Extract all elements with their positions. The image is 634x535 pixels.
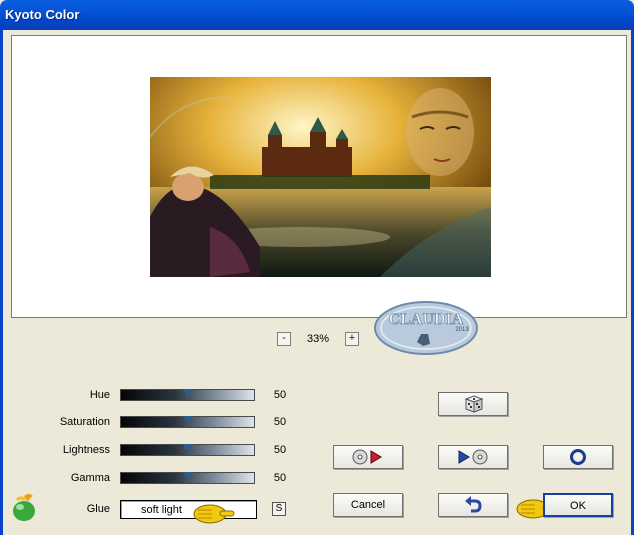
ok-button[interactable]: OK — [543, 493, 613, 517]
undo-arrow-icon — [465, 496, 482, 513]
disc-play-icon — [352, 449, 382, 465]
pointing-hand-icon — [190, 502, 236, 529]
lightness-value: 50 — [273, 444, 287, 456]
gamma-value: 50 — [273, 472, 287, 484]
title-bar[interactable]: Kyoto Color — [0, 0, 634, 30]
hue-slider-thumb[interactable] — [183, 389, 193, 397]
zoom-in-button[interactable]: + — [345, 332, 359, 346]
cancel-button[interactable]: Cancel — [333, 493, 403, 517]
cancel-label: Cancel — [350, 499, 386, 511]
lightness-slider[interactable] — [120, 444, 255, 456]
saturation-slider-thumb[interactable] — [183, 416, 193, 424]
hue-slider[interactable] — [120, 389, 255, 401]
apply-preset-left-button[interactable] — [333, 445, 403, 469]
ok-label: OK — [570, 500, 586, 512]
gamma-label: Gamma — [70, 472, 110, 484]
lightness-label: Lightness — [62, 444, 110, 456]
saturation-label: Saturation — [59, 416, 110, 428]
dice-icon — [464, 395, 484, 413]
zoom-out-button[interactable]: - — [277, 332, 291, 346]
watermark-text: CLAUDIA — [389, 311, 464, 328]
window-title: Kyoto Color — [5, 7, 80, 22]
undo-button[interactable] — [438, 493, 508, 517]
lightness-slider-thumb[interactable] — [183, 444, 193, 452]
gamma-slider[interactable] — [120, 472, 255, 484]
zoom-level: 33% — [306, 333, 330, 345]
hue-value: 50 — [273, 389, 287, 401]
watermark-year: 2013 — [455, 327, 469, 333]
preview-image — [150, 77, 491, 277]
gamma-slider-thumb[interactable] — [183, 472, 193, 480]
hue-label: Hue — [89, 389, 110, 401]
reset-circle-button[interactable] — [543, 445, 613, 469]
play-disc-icon — [458, 449, 488, 465]
saturation-value: 50 — [273, 416, 287, 428]
glue-value: soft light — [141, 504, 182, 516]
preview-frame — [11, 35, 627, 318]
ring-icon — [570, 449, 586, 465]
window-border-left — [0, 30, 3, 535]
watermark-logo: CLAUDIA 2013 — [373, 300, 479, 356]
glue-label: Glue — [86, 503, 110, 515]
saturation-slider[interactable] — [120, 416, 255, 428]
glue-s-button[interactable]: S — [272, 502, 286, 516]
randomize-button[interactable] — [438, 392, 508, 416]
apply-preset-right-button[interactable] — [438, 445, 508, 469]
glue-select[interactable]: soft light — [120, 500, 257, 519]
